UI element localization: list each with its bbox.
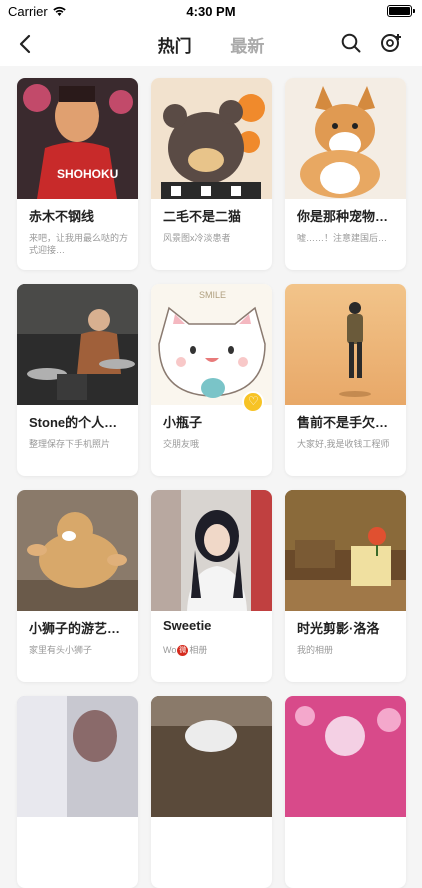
album-cover-image (285, 490, 406, 611)
album-cover-image (285, 78, 406, 199)
album-card[interactable]: Stone的个人… 整理保存下手机照片 (17, 284, 138, 476)
album-title: 小狮子的游艺… (29, 621, 121, 636)
album-title: 小瓶子 (163, 415, 203, 430)
clock: 4:30 PM (186, 4, 236, 19)
album-card[interactable] (285, 696, 406, 888)
favorite-badge-icon (242, 391, 264, 413)
album-title: 你是那种宠物… (297, 209, 389, 224)
album-cover-image (285, 284, 406, 405)
album-desc: 来吧，让我用最么哒的方式迎接… (29, 233, 129, 255)
album-card[interactable]: 你是那种宠物… 嘘……！注意建国后… (285, 78, 406, 270)
album-card[interactable]: 二毛不是二猫 风景图x冷淡患者 (151, 78, 272, 270)
tab-hot[interactable]: 热门 (158, 32, 192, 57)
album-card[interactable]: SHOHOKU 赤木不钢线 来吧，让我用最么哒的方式迎接… (17, 78, 138, 270)
album-card[interactable] (151, 696, 272, 888)
album-title: 二毛不是二猫 (163, 209, 242, 224)
album-card[interactable]: 小狮子的游艺… 家里有头小狮子 (17, 490, 138, 682)
album-desc: 整理保存下手机照片 (29, 439, 111, 449)
album-desc: 大家好,我是收钱工程师 (297, 439, 390, 449)
album-title: 时光剪影·洛洛 (297, 621, 380, 636)
album-title: Stone的个人… (29, 415, 118, 430)
album-title: 售前不是手欠… (297, 415, 389, 430)
album-grid: SHOHOKU 赤木不钢线 来吧，让我用最么哒的方式迎接… 二毛不是二猫 风景图… (0, 66, 422, 888)
album-cover-image (17, 284, 138, 405)
album-cover-image (17, 490, 138, 611)
svg-text:SMILE: SMILE (199, 290, 226, 300)
weibo-icon: 微 (177, 645, 189, 657)
album-cover-image (17, 696, 138, 817)
album-desc: 嘘……！注意建国后… (297, 233, 388, 243)
nav-bar: 热门 最新 (0, 22, 422, 66)
tab-new[interactable]: 最新 (230, 32, 264, 57)
album-card[interactable]: SMILE 小瓶子 交朋友哦 (151, 284, 272, 476)
add-photo-icon[interactable] (380, 32, 402, 54)
album-title: 赤木不钢线 (29, 209, 95, 224)
album-desc: 家里有头小狮子 (29, 645, 93, 655)
album-cover-image (151, 78, 272, 199)
album-cover-image (151, 696, 272, 817)
album-card[interactable] (17, 696, 138, 888)
album-cover-image (151, 490, 272, 611)
svg-text:SHOHOKU: SHOHOKU (57, 167, 118, 181)
album-cover-image (285, 696, 406, 817)
album-desc-prefix: Wo (163, 645, 177, 655)
album-cover-image: SMILE (151, 284, 272, 405)
battery-icon (387, 5, 415, 17)
album-cover-image: SHOHOKU (17, 78, 138, 199)
search-icon[interactable] (340, 32, 362, 54)
status-bar: Carrier 4:30 PM (0, 0, 422, 22)
album-card[interactable]: 时光剪影·洛洛 我的相册 (285, 490, 406, 682)
album-desc-suffix: 相册 (189, 645, 208, 655)
album-title: Sweetie (163, 618, 212, 633)
album-card[interactable]: Sweetie Wo 微相册 (151, 490, 272, 682)
album-card[interactable]: 售前不是手欠… 大家好,我是收钱工程师 (285, 284, 406, 476)
album-desc: 我的相册 (297, 645, 334, 655)
album-desc: 交朋友哦 (163, 439, 200, 449)
album-desc: 风景图x冷淡患者 (163, 233, 231, 243)
album-desc: Wo 微相册 (163, 644, 263, 657)
